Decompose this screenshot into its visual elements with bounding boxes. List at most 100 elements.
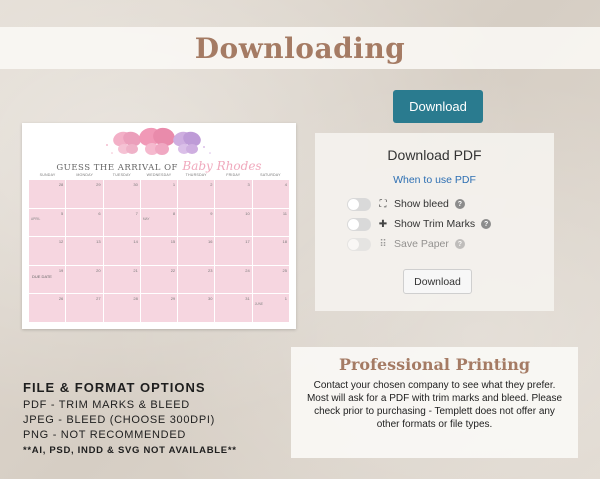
trim-marks-icon: ✚: [378, 218, 388, 230]
calendar-day-number: 6: [98, 210, 101, 216]
file-option-line: PDF - TRIM MARKS & BLEED: [23, 399, 190, 411]
calendar-cell: 11: [252, 208, 289, 237]
calendar-day-number: 11: [282, 210, 287, 216]
weekday-label: MONDAY: [76, 173, 94, 177]
weekday-label: WEDNESDAY: [146, 173, 172, 177]
file-format-options: FILE & FORMAT OPTIONS PDF - TRIM MARKS &…: [23, 380, 237, 458]
download-pdf-title: Download PDF: [387, 147, 482, 163]
calendar-cell: 27: [66, 294, 103, 322]
professional-printing-body: Contact your chosen company to see what …: [306, 380, 563, 430]
calendar-day-number: 31: [245, 296, 250, 302]
calendar-cell: 5 APRIL: [29, 208, 66, 237]
calendar-day-number: 13: [96, 239, 101, 245]
show-trim-marks-toggle[interactable]: [347, 217, 371, 231]
calendar-day-number: 8: [172, 210, 176, 216]
calendar-cell: 7: [103, 208, 140, 237]
calendar-cell: 29: [66, 180, 103, 208]
calendar-day-number: 28: [133, 296, 138, 302]
calendar-day-number: 4: [284, 182, 287, 187]
calendar-day-number: 17: [245, 239, 250, 245]
calendar-day-number: 29: [96, 182, 101, 187]
file-option-line: PNG - NOT RECOMMENDED: [23, 429, 187, 441]
show-trim-marks-label: Show Trim Marks: [394, 218, 476, 230]
calendar-month-label: JUNE: [254, 302, 264, 307]
weekday-label: TUESDAY: [112, 173, 131, 177]
calendar-cell: 21: [103, 265, 140, 294]
help-icon[interactable]: ?: [454, 239, 465, 249]
due-date-label: DUE DATE: [32, 273, 52, 279]
calendar-cell: 26: [29, 294, 66, 322]
calendar-day-number: 20: [96, 267, 101, 273]
calendar-cell: 12: [29, 237, 66, 265]
calendar-day-number: 28: [58, 182, 64, 187]
download-pdf-panel: Download PDF When to use PDF ⛶ Show blee…: [315, 133, 554, 311]
file-option-line: JPEG - BLEED (CHOOSE 300DPI): [23, 414, 215, 426]
calendar-day-number: 14: [133, 239, 138, 245]
weekday-label: SATURDAY: [260, 173, 281, 177]
calendar-title-name: Baby Rhodes: [182, 159, 262, 173]
calendar-cell: 15: [140, 237, 178, 265]
file-option-note: **AI, PSD, INDD & SVG NOT AVAILABLE**: [23, 445, 237, 456]
calendar-cell: 19 DUE DATE: [29, 265, 66, 294]
calendar-cell: 28: [29, 180, 66, 208]
calendar-cell: 30: [178, 294, 215, 322]
show-bleed-toggle[interactable]: [347, 197, 371, 211]
calendar-cell: 8 MAY: [140, 208, 178, 237]
calendar-day-number: 5: [61, 210, 64, 216]
calendar-day-number: 1: [172, 182, 176, 187]
calendar-day-number: 30: [207, 296, 213, 302]
calendar-cell: 17: [215, 237, 252, 265]
calendar-day-number: 24: [245, 267, 250, 273]
professional-printing-title: Professional Printing: [338, 355, 531, 374]
calendar-day-number: 10: [245, 210, 250, 216]
save-paper-label: Save Paper: [394, 238, 449, 250]
calendar-day-number: 9: [210, 210, 213, 216]
calendar-day-number: 16: [207, 239, 213, 245]
calendar-cell: 23: [178, 265, 215, 294]
calendar-day-number: 25: [282, 267, 287, 273]
calendar-day-number: 15: [170, 239, 176, 245]
calendar-cell: 16: [178, 237, 215, 265]
title-banner: Downloading: [0, 27, 600, 69]
calendar-day-number: 2: [210, 182, 213, 187]
weekday-label: FRIDAY: [226, 173, 241, 177]
pdf-download-button[interactable]: Download: [403, 269, 472, 294]
calendar-day-number: 3: [247, 182, 250, 187]
calendar-day-number: 23: [207, 267, 213, 273]
save-paper-icon: ⠿: [379, 238, 387, 250]
download-button[interactable]: Download: [393, 90, 483, 123]
weekday-label: THURSDAY: [185, 173, 207, 177]
when-to-use-pdf-link[interactable]: When to use PDF: [315, 174, 554, 186]
calendar-day-number: 30: [133, 182, 138, 187]
calendar-cell: 9: [178, 208, 215, 237]
calendar-grid: 28 29 30 1 2 3 4 5 APRIL 6 7 8 MAY 9 10 11 12 13 14 15 16 17 1…: [29, 180, 289, 322]
calendar-preview: GUESS THE ARRIVAL OF Baby Rhodes SUNDAY …: [22, 123, 296, 329]
help-icon[interactable]: ?: [481, 219, 492, 229]
calendar-month-label: MAY: [142, 216, 150, 221]
calendar-cell: 6: [66, 208, 103, 237]
calendar-cell: 3: [215, 180, 252, 208]
calendar-cell: 4: [252, 180, 289, 208]
show-bleed-option[interactable]: ⛶ Show bleed ?: [347, 196, 465, 212]
calendar-day-number: 18: [282, 239, 287, 245]
butterflies-illustration: [106, 127, 211, 155]
calendar-cell: 28: [103, 294, 140, 322]
calendar-cell: 24: [215, 265, 252, 294]
calendar-cell: 29: [140, 294, 178, 322]
page-title: Downloading: [194, 31, 406, 65]
bleed-icon: ⛶: [379, 198, 387, 210]
help-icon[interactable]: ?: [454, 199, 465, 209]
calendar-cell: 2: [178, 180, 215, 208]
calendar-day-number: 29: [170, 296, 176, 302]
calendar-day-number: 26: [58, 296, 64, 302]
calendar-cell: 20: [66, 265, 103, 294]
calendar-cell: 31: [215, 294, 252, 322]
calendar-day-number: 12: [58, 239, 64, 245]
weekday-label: SUNDAY: [39, 173, 56, 177]
calendar-day-number: 7: [135, 210, 138, 216]
calendar-day-number: 21: [133, 267, 138, 273]
calendar-cell: 25: [252, 265, 289, 294]
calendar-cell: 10: [215, 208, 252, 237]
show-trim-marks-option[interactable]: ✚ Show Trim Marks ?: [347, 216, 492, 232]
save-paper-toggle: [347, 237, 371, 251]
